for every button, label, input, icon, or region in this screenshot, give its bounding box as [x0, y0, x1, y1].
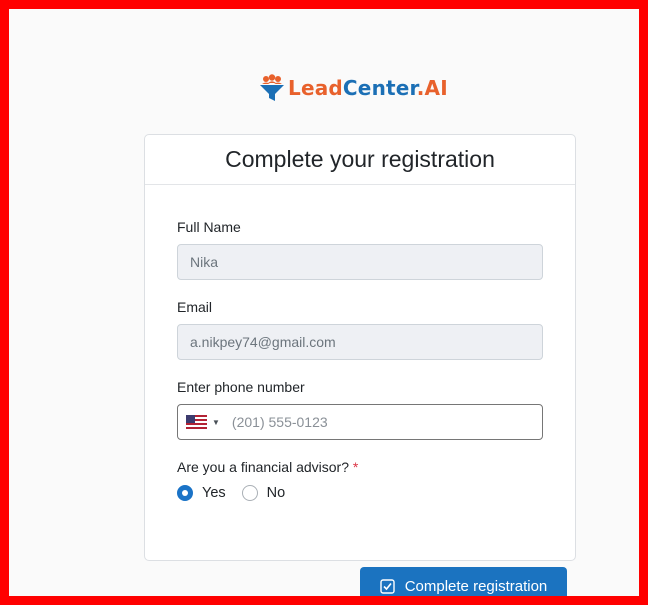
check-square-icon	[380, 578, 395, 594]
complete-registration-button[interactable]: Complete registration	[360, 567, 567, 596]
financial-advisor-label: Are you a financial advisor? *	[177, 459, 358, 475]
card-title: Complete your registration	[225, 146, 495, 172]
radio-no[interactable]	[241, 485, 258, 501]
radio-yes-label: Yes	[202, 485, 226, 501]
brand-logo: LeadCenter.AI	[259, 72, 448, 104]
radio-option-yes[interactable]: Yes	[177, 485, 226, 501]
email-input[interactable]	[177, 324, 543, 360]
country-selector[interactable]: ▼	[178, 415, 220, 429]
brand-center: Center	[342, 76, 417, 100]
radio-yes[interactable]	[177, 485, 193, 501]
us-flag-icon	[186, 415, 207, 429]
brand-lead: Lead	[288, 76, 343, 100]
radio-option-no[interactable]: No	[241, 485, 286, 501]
phone-label: Enter phone number	[177, 379, 305, 395]
full-name-label: Full Name	[177, 219, 241, 235]
financial-advisor-question: Are you a financial advisor?	[177, 459, 349, 475]
funnel-people-icon	[260, 74, 284, 101]
phone-field: ▼	[177, 404, 543, 440]
required-mark: *	[352, 459, 359, 475]
complete-registration-label: Complete registration	[404, 577, 548, 595]
card-header: Complete your registration	[145, 135, 575, 185]
radio-no-label: No	[266, 485, 286, 501]
brand-ai: .AI	[416, 76, 448, 100]
email-label: Email	[177, 299, 213, 315]
full-name-input[interactable]	[177, 244, 543, 280]
brand-name: LeadCenter.AI	[288, 76, 448, 100]
screenshot-frame: LeadCenter.AI Complete your registration…	[0, 0, 648, 605]
registration-card: Complete your registration Full Name Ema…	[144, 134, 576, 561]
phone-input[interactable]	[231, 414, 532, 430]
chevron-down-icon: ▼	[212, 417, 220, 427]
financial-advisor-options: Yes No	[177, 485, 301, 501]
